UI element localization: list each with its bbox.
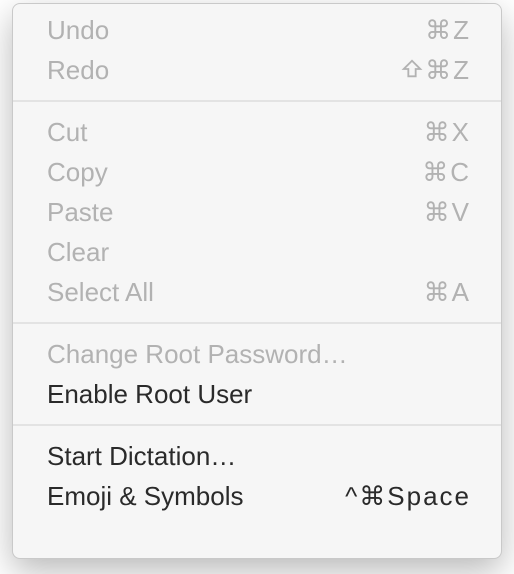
menu-item-copy: Copy ⌘C: [13, 152, 501, 192]
menu-item-shortcut: ⌘Z: [425, 17, 471, 43]
menu-item-shortcut: ⌘X: [424, 119, 471, 145]
menu-item-undo: Undo ⌘Z: [13, 10, 501, 50]
shortcut-text: ⌘Z: [425, 57, 471, 83]
menu-item-emoji-symbols[interactable]: Emoji & Symbols ^⌘Space: [13, 476, 501, 516]
menu-item-shortcut: ⌘V: [424, 199, 471, 225]
menu-item-label: Enable Root User: [47, 381, 252, 407]
menu-item-label: Cut: [47, 119, 87, 145]
menu-item-label: Select All: [47, 279, 154, 305]
menu-separator: [13, 322, 501, 324]
menu-item-start-dictation[interactable]: Start Dictation…: [13, 436, 501, 476]
menu-separator: [13, 424, 501, 426]
menu-item-paste: Paste ⌘V: [13, 192, 501, 232]
menu-item-label: Start Dictation…: [47, 443, 236, 469]
menu-item-shortcut: ⌘Z: [401, 57, 471, 83]
menu-item-select-all: Select All ⌘A: [13, 272, 501, 312]
menu-item-label: Redo: [47, 57, 109, 83]
menu-item-label: Clear: [47, 239, 109, 265]
menu-item-cut: Cut ⌘X: [13, 112, 501, 152]
menu-item-shortcut: ⌘C: [422, 159, 471, 185]
menu-separator: [13, 100, 501, 102]
menu-item-label: Undo: [47, 17, 109, 43]
menu-item-label: Change Root Password…: [47, 341, 348, 367]
shift-icon: [401, 57, 425, 83]
menu-item-label: Emoji & Symbols: [47, 483, 244, 509]
menu-item-shortcut: ⌘A: [424, 279, 471, 305]
menu-item-clear: Clear: [13, 232, 501, 272]
menu-item-redo: Redo ⌘Z: [13, 50, 501, 90]
menu-item-shortcut: ^⌘Space: [345, 483, 471, 509]
edit-menu-dropdown: Undo ⌘Z Redo ⌘Z Cut ⌘X Copy ⌘C Paste ⌘V …: [12, 3, 502, 559]
menu-item-enable-root-user[interactable]: Enable Root User: [13, 374, 501, 414]
menu-item-label: Copy: [47, 159, 108, 185]
menu-item-label: Paste: [47, 199, 114, 225]
menu-item-change-root-password: Change Root Password…: [13, 334, 501, 374]
